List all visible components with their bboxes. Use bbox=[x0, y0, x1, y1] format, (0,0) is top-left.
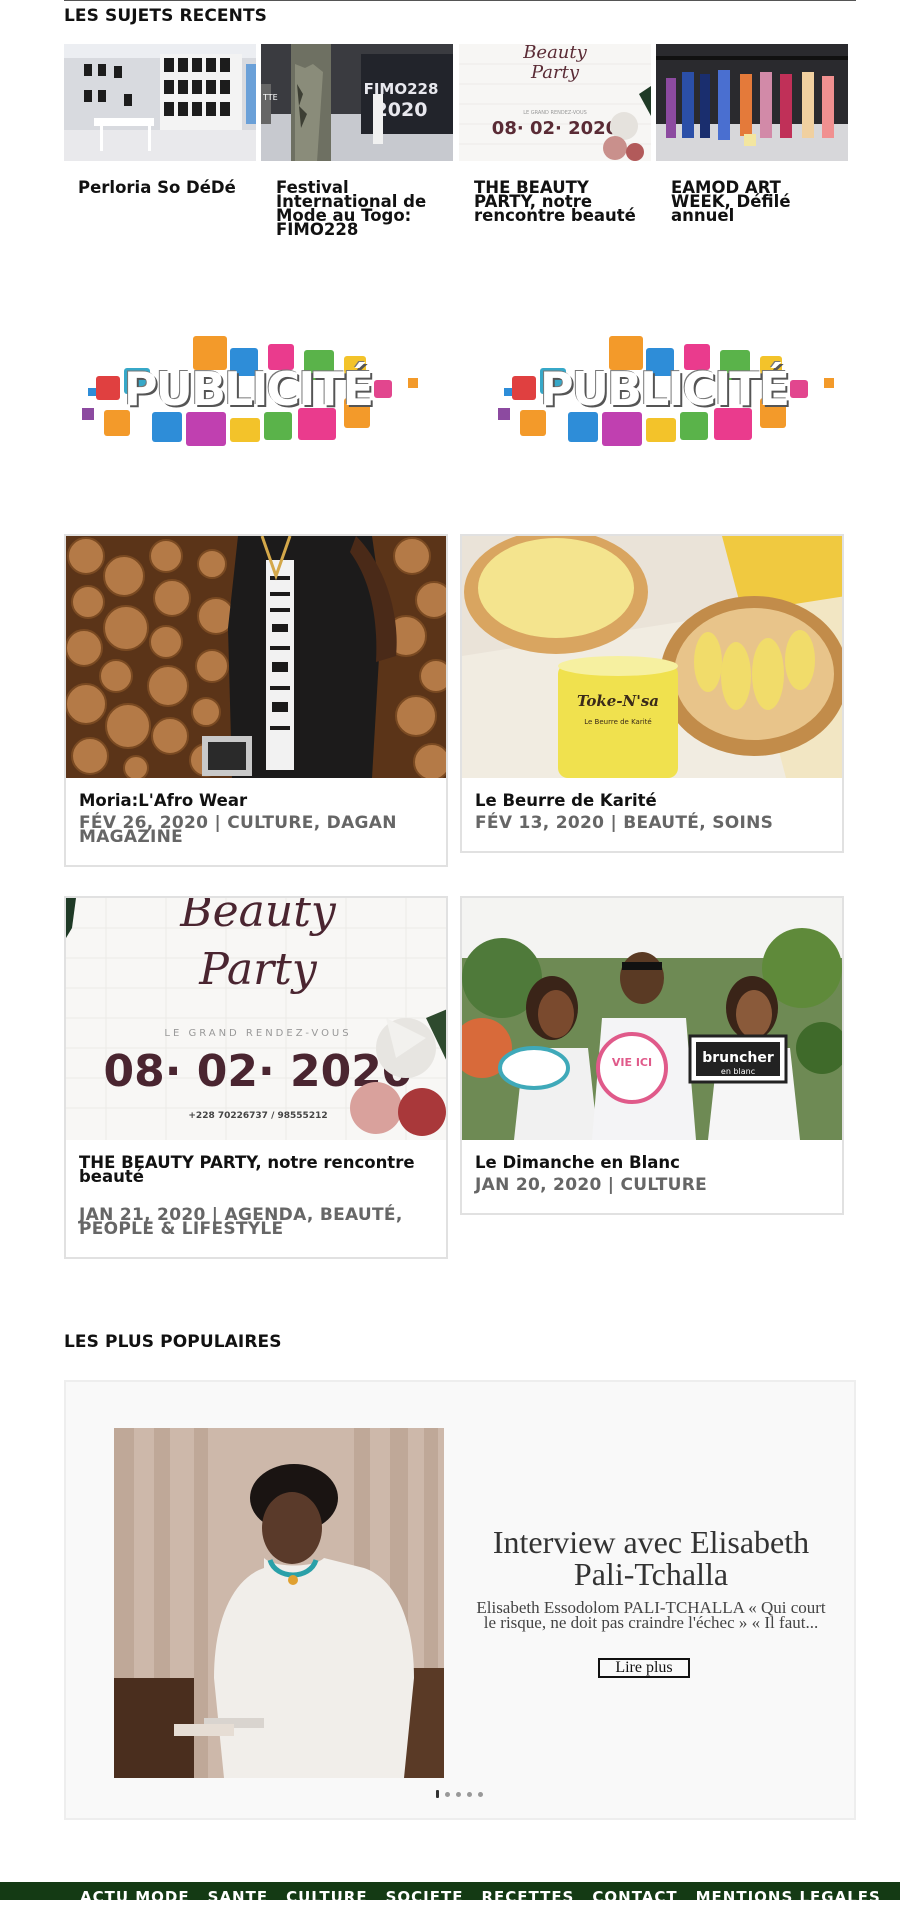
recent-title-eamod[interactable]: EAMOD ART WEEK, Défilé annuel bbox=[671, 179, 841, 224]
dimanche-en-blanc-image: VIE ICI bruncher en blanc bbox=[462, 898, 842, 1140]
post-card-dimanche[interactable]: VIE ICI bruncher en blanc Le Dimanche en… bbox=[460, 896, 844, 1215]
top-divider bbox=[64, 0, 856, 1]
footer-nav-item[interactable]: SOCIETE bbox=[386, 1888, 464, 1906]
portrait-image bbox=[114, 1428, 444, 1778]
svg-text:en blanc: en blanc bbox=[721, 1067, 755, 1076]
beauty-party-poster-image: Beauty Party LE GRAND RENDEZ-VOUS 08· 02… bbox=[66, 898, 446, 1140]
ad-banner-1[interactable]: PUBLICITÉ bbox=[68, 328, 428, 452]
read-more-button[interactable]: Lire plus bbox=[598, 1658, 690, 1678]
slider-dots bbox=[436, 1790, 483, 1798]
svg-text:Party: Party bbox=[530, 62, 580, 83]
slider-dot[interactable] bbox=[467, 1791, 472, 1797]
slide-title[interactable]: Interview avec Elisabeth Pali-Tchalla bbox=[466, 1526, 836, 1590]
footer-bar: ACTU MODE SANTE CULTURE SOCIETE RECETTES CONT… bbox=[0, 1882, 900, 1906]
recent-thumb-perloria[interactable] bbox=[64, 44, 256, 161]
footer-nav-item[interactable]: RECETTES bbox=[481, 1888, 574, 1906]
post-image-moria[interactable] bbox=[66, 536, 446, 778]
post-meta-moria: FÉV 26, 2020 | CULTURE, DAGAN MAGAZINE bbox=[79, 813, 397, 847]
svg-text:Toke-N'sa: Toke-N'sa bbox=[577, 692, 659, 710]
recent-title-perloria[interactable]: Perloria So DéDé bbox=[78, 179, 248, 196]
svg-text:+228 70226737 / 98555212: +228 70226737 / 98555212 bbox=[188, 1111, 327, 1121]
footer-nav-item[interactable]: CONTACT bbox=[592, 1888, 677, 1906]
post-meta-karite: FÉV 13, 2020 | BEAUTÉ, SOINS bbox=[475, 813, 774, 833]
post-image-beauty-party[interactable]: Beauty Party LE GRAND RENDEZ-VOUS 08· 02… bbox=[66, 898, 446, 1140]
svg-text:Le Beurre de Karité: Le Beurre de Karité bbox=[584, 718, 651, 726]
post-title-moria[interactable]: Moria:L'Afro Wear bbox=[79, 792, 247, 809]
svg-text:LE GRAND RENDEZ-VOUS: LE GRAND RENDEZ-VOUS bbox=[164, 1028, 351, 1039]
wood-wall-portrait-image bbox=[66, 536, 446, 778]
shea-butter-image: Toke-N'sa Le Beurre de Karité bbox=[462, 536, 842, 778]
svg-text:08· 02· 2020: 08· 02· 2020 bbox=[492, 118, 618, 139]
slide-excerpt: Elisabeth Essodolom PALI-TCHALLA « Qui c… bbox=[476, 1598, 826, 1632]
recent-section-title: LES SUJETS RECENTS bbox=[64, 6, 268, 26]
popular-slider: Interview avec Elisabeth Pali-Tchalla El… bbox=[64, 1380, 856, 1820]
post-meta-dimanche: JAN 20, 2020 | CULTURE bbox=[475, 1175, 708, 1195]
slider-dot[interactable] bbox=[436, 1790, 439, 1798]
post-card-karite[interactable]: Toke-N'sa Le Beurre de Karité Le Beurre … bbox=[460, 534, 844, 853]
slider-dot[interactable] bbox=[478, 1791, 483, 1797]
post-image-karite[interactable]: Toke-N'sa Le Beurre de Karité bbox=[462, 536, 842, 778]
recent-thumb-eamod[interactable] bbox=[656, 44, 848, 161]
svg-text:Party: Party bbox=[198, 944, 318, 995]
svg-text:Beauty: Beauty bbox=[522, 44, 587, 63]
post-title-karite[interactable]: Le Beurre de Karité bbox=[475, 792, 657, 809]
footer-nav-item[interactable]: CULTURE bbox=[286, 1888, 367, 1906]
ad-banner-2[interactable]: PUBLICITÉ bbox=[484, 328, 844, 452]
slide-image[interactable] bbox=[114, 1428, 444, 1778]
recent-title-beauty[interactable]: THE BEAUTY PARTY, notre rencontre beauté bbox=[474, 179, 644, 224]
ad-banner-1-text: PUBLICITÉ bbox=[123, 362, 374, 416]
svg-text:bruncher: bruncher bbox=[702, 1050, 774, 1066]
ad-banner-2-text: PUBLICITÉ bbox=[539, 362, 790, 416]
svg-text:Beauty: Beauty bbox=[179, 898, 337, 937]
recent-title-fimo[interactable]: Festival International de Mode au Togo: … bbox=[276, 179, 446, 238]
footer-nav-item[interactable]: SANTE bbox=[208, 1888, 268, 1906]
post-title-beauty-party[interactable]: THE BEAUTY PARTY, notre rencontre beauté bbox=[79, 1154, 429, 1185]
post-title-dimanche[interactable]: Le Dimanche en Blanc bbox=[475, 1154, 680, 1171]
recent-thumb-fimo[interactable]: FIMO228 2020 TTE bbox=[261, 44, 453, 161]
svg-text:LE GRAND RENDEZ-VOUS: LE GRAND RENDEZ-VOUS bbox=[523, 110, 587, 116]
recent-thumb-beauty[interactable]: Beauty Party LE GRAND RENDEZ-VOUS 08· 02… bbox=[459, 44, 651, 161]
post-card-beauty-party[interactable]: Beauty Party LE GRAND RENDEZ-VOUS 08· 02… bbox=[64, 896, 448, 1259]
post-card-moria[interactable]: Moria:L'Afro Wear FÉV 26, 2020 | CULTURE… bbox=[64, 534, 448, 867]
footer-nav: ACTU MODE SANTE CULTURE SOCIETE RECETTES CONT… bbox=[80, 1888, 899, 1906]
slider-dot[interactable] bbox=[456, 1791, 461, 1797]
beauty-poster-image: Beauty Party LE GRAND RENDEZ-VOUS 08· 02… bbox=[459, 44, 651, 161]
footer-nav-item[interactable]: ACTU MODE bbox=[80, 1888, 190, 1906]
slider-dot[interactable] bbox=[445, 1791, 450, 1797]
svg-text:TTE: TTE bbox=[262, 93, 278, 102]
svg-text:VIE ICI: VIE ICI bbox=[612, 1056, 652, 1069]
runway-image: FIMO228 2020 TTE bbox=[261, 44, 453, 161]
post-meta-beauty-party: JAN 21, 2020 | AGENDA, BEAUTÉ, PEOPLE & … bbox=[79, 1205, 403, 1239]
popular-section-title: LES PLUS POPULAIRES bbox=[64, 1332, 282, 1352]
boutique-image bbox=[64, 44, 256, 161]
footer-nav-item[interactable]: MENTIONS LEGALES bbox=[696, 1888, 881, 1906]
post-image-dimanche[interactable]: VIE ICI bruncher en blanc bbox=[462, 898, 842, 1140]
eamod-stage-image bbox=[656, 44, 848, 161]
